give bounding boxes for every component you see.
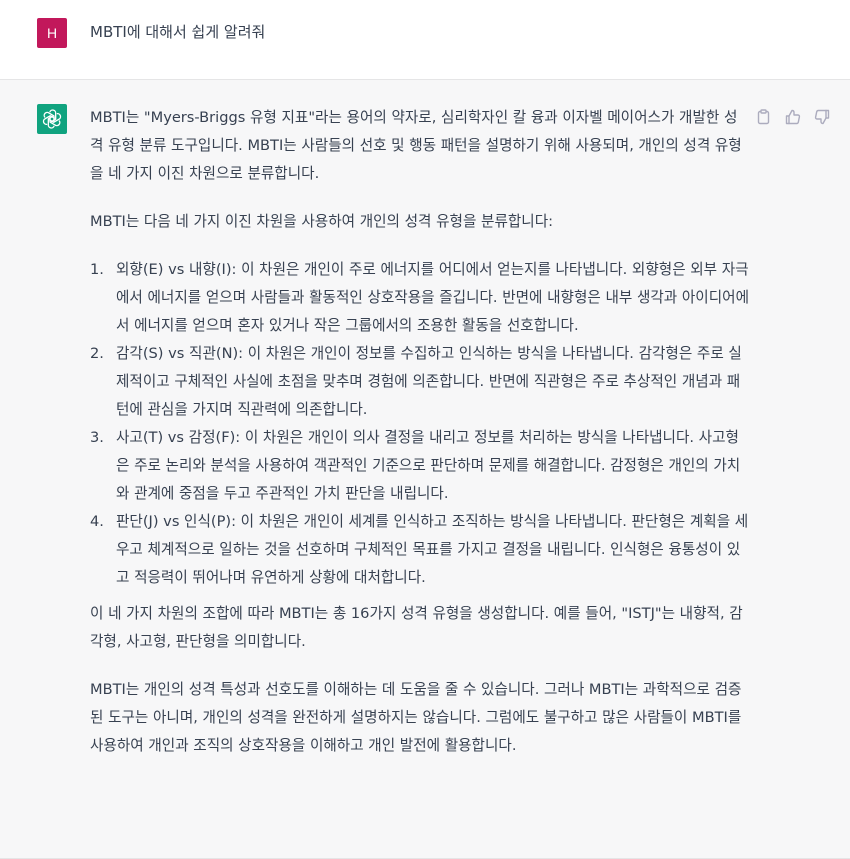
dimensions-intro-paragraph: MBTI는 다음 네 가지 이진 차원을 사용하여 개인의 성격 유형을 분류합… — [90, 213, 554, 230]
copy-icon — [757, 108, 770, 124]
list-item: 1. 외향(E) vs 내향(I): 이 차원은 개인이 주로 에너지를 어디에… — [90, 256, 750, 340]
intro-paragraph: MBTI는 "Myers-Briggs 유형 지표"라는 용어의 약자로, 심리… — [90, 109, 742, 182]
conclusion-paragraph: MBTI는 개인의 성격 특성과 선호도를 이해하는 데 도움을 줄 수 있습니… — [90, 681, 742, 754]
list-item: 2. 감각(S) vs 직관(N): 이 차원은 개인이 정보를 수집하고 인식… — [90, 340, 750, 424]
list-item: 4. 판단(J) vs 인식(P): 이 차원은 개인이 세계를 인식하고 조직… — [90, 508, 750, 592]
list-item-number: 1. — [90, 261, 104, 278]
list-item-number: 4. — [90, 513, 104, 530]
list-item-number: 3. — [90, 429, 104, 446]
user-message-row: H MBTI에 대해서 쉽게 알려줘 — [0, 0, 850, 80]
user-avatar: H — [37, 18, 67, 48]
thumbs-down-button[interactable] — [813, 108, 830, 125]
list-item-text: 감각(S) vs 직관(N): 이 차원은 개인이 정보를 수집하고 인식하는 … — [116, 345, 742, 418]
thumbs-up-icon — [785, 109, 800, 124]
list-item-text: 판단(J) vs 인식(P): 이 차원은 개인이 세계를 인식하고 조직하는 … — [116, 513, 749, 586]
thumbs-down-icon — [814, 109, 829, 124]
dimensions-list: 1. 외향(E) vs 내향(I): 이 차원은 개인이 주로 에너지를 어디에… — [90, 256, 750, 592]
assistant-avatar — [37, 104, 67, 134]
assistant-message-row: MBTI는 "Myers-Briggs 유형 지표"라는 용어의 약자로, 심리… — [0, 80, 850, 859]
openai-logo-icon — [42, 109, 62, 129]
list-item-text: 사고(T) vs 감정(F): 이 차원은 개인이 의사 결정을 내리고 정보를… — [116, 429, 741, 502]
thumbs-up-button[interactable] — [784, 108, 801, 125]
list-item-text: 외향(E) vs 내향(I): 이 차원은 개인이 주로 에너지를 어디에서 얻… — [116, 261, 749, 334]
message-actions — [755, 108, 830, 125]
user-message-text: MBTI에 대해서 쉽게 알려줘 — [90, 23, 266, 41]
list-item-number: 2. — [90, 345, 104, 362]
assistant-message-content: MBTI는 "Myers-Briggs 유형 지표"라는 용어의 약자로, 심리… — [90, 104, 750, 780]
copy-button[interactable] — [755, 108, 772, 125]
types-paragraph: 이 네 가지 차원의 조합에 따라 MBTI는 총 16가지 성격 유형을 생성… — [90, 605, 743, 650]
list-item: 3. 사고(T) vs 감정(F): 이 차원은 개인이 의사 결정을 내리고 … — [90, 424, 750, 508]
